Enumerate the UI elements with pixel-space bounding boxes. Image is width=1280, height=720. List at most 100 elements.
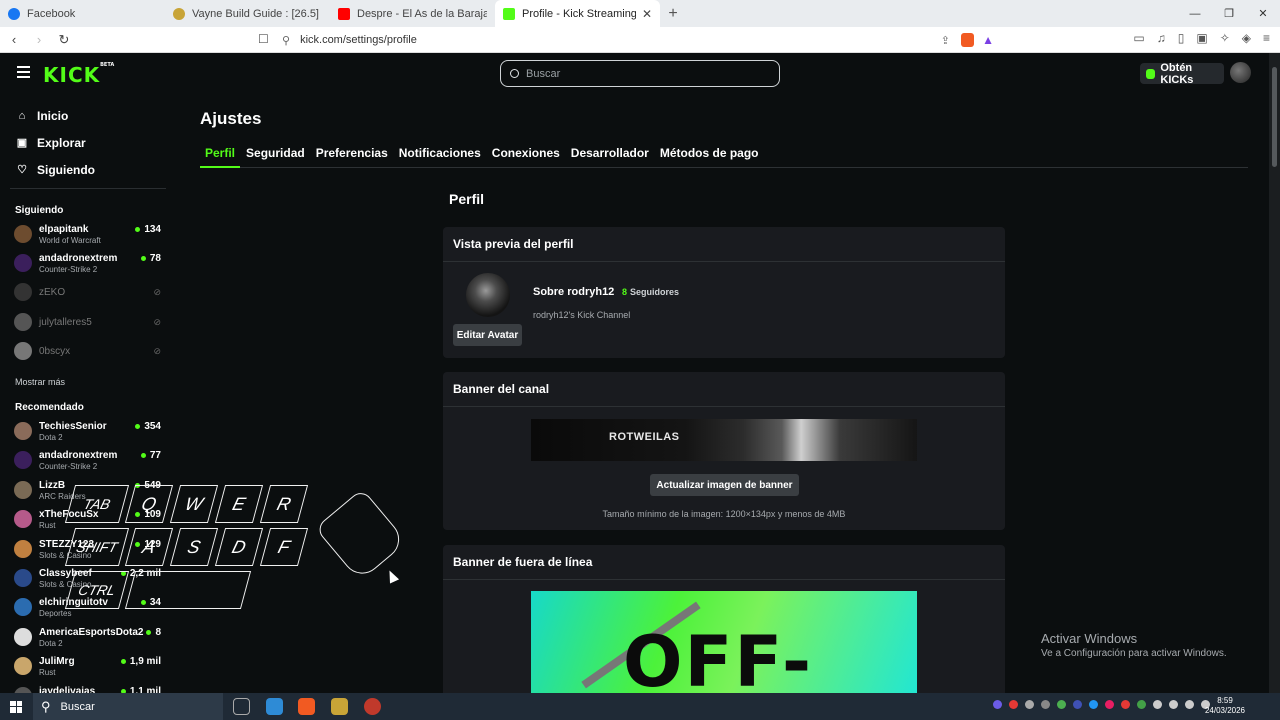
tab-desarrollador[interactable]: Desarrollador xyxy=(566,144,654,168)
close-window-icon[interactable]: ✕ xyxy=(1246,0,1280,27)
clock-time: 8:59 xyxy=(1217,696,1233,705)
browser-tab[interactable]: Facebook xyxy=(0,0,165,27)
sidebar-channel-item[interactable]: 0bscyx ⊘ xyxy=(14,339,164,365)
search-icon: ⚲ xyxy=(41,698,51,714)
update-banner-button[interactable]: Actualizar imagen de banner xyxy=(650,474,799,496)
sidebar-item-label: Siguiendo xyxy=(37,162,95,177)
viewer-count: 1,9 mil xyxy=(120,656,161,668)
restore-icon[interactable]: ❐ xyxy=(1212,0,1246,27)
browser-tab-bar: Facebook Vayne Build Guide : [26.5] VAYN… xyxy=(0,0,1280,27)
brave-rewards-icon[interactable]: ▲ xyxy=(982,33,994,47)
browser-tab[interactable]: Vayne Build Guide : [26.5] VAYNE &op xyxy=(165,0,330,27)
overlay-key-d: D xyxy=(214,528,264,566)
tab-seguridad[interactable]: Seguridad xyxy=(241,144,310,168)
forward-icon[interactable]: › xyxy=(28,32,50,47)
mobafire-favicon-icon xyxy=(173,7,185,20)
tab-perfil[interactable]: Perfil xyxy=(200,144,241,168)
kick-logo[interactable]: KICKBETA xyxy=(43,62,114,87)
wallet-icon[interactable]: ▣ xyxy=(1196,31,1207,45)
back-icon[interactable]: ‹ xyxy=(3,32,25,47)
volume-icon[interactable] xyxy=(1169,700,1178,709)
followers-count: 8 Seguidores xyxy=(622,287,680,297)
tray-app-icon[interactable] xyxy=(1137,700,1146,709)
profile-description: rodryh12's Kick Channel xyxy=(533,310,631,320)
new-tab-button[interactable]: + xyxy=(660,0,686,27)
viewer-count-text: 77 xyxy=(149,450,161,462)
music-icon[interactable]: ♫ xyxy=(1157,31,1166,45)
sidebar-channel-item[interactable]: TechiesSenior Dota 2 354 xyxy=(14,419,164,445)
minimize-icon[interactable]: — xyxy=(1178,0,1212,27)
sidebar-channel-item[interactable]: jaydelivajas 1,1 mil xyxy=(14,684,164,693)
live-dot-icon xyxy=(135,424,141,429)
viewer-count-text: 1,9 mil xyxy=(129,656,161,668)
offline-icon: ⊘ xyxy=(153,346,161,356)
sidebar-item-label: Explorar xyxy=(37,135,86,150)
task-view-icon[interactable] xyxy=(233,698,250,715)
sidebar-item-siguiendo[interactable]: ♡ Siguiendo xyxy=(0,156,172,183)
channel-avatar xyxy=(14,657,32,676)
brave-taskbar-icon[interactable] xyxy=(298,698,315,715)
tray-app-icon[interactable] xyxy=(1041,700,1050,709)
bookmark-icon[interactable]: ☐ xyxy=(258,32,269,46)
reader-icon[interactable]: ▭ xyxy=(1133,31,1144,45)
windows-start-icon[interactable] xyxy=(10,700,22,713)
sidebar-channel-item[interactable]: elpapitank World of Warcraft 134 xyxy=(14,222,164,248)
tab-notificaciones[interactable]: Notificaciones xyxy=(394,144,486,168)
overlay-key-e: E xyxy=(214,485,264,523)
user-avatar[interactable] xyxy=(1230,62,1251,83)
tray-app-icon[interactable] xyxy=(1009,700,1018,709)
outlook-icon[interactable] xyxy=(266,698,283,715)
tray-app-icon[interactable] xyxy=(1057,700,1066,709)
offline-icon: ⊘ xyxy=(153,287,161,297)
sidebar-channel-item[interactable]: andadronextrem Counter-Strike 2 78 xyxy=(14,251,164,277)
channel-category: Rust xyxy=(39,521,56,531)
site-info-icon[interactable]: ⚲ xyxy=(282,34,290,47)
address-bar[interactable]: ⚲ kick.com/settings/profile ⇪ ▲ xyxy=(282,30,1002,50)
sidebar-channel-item[interactable]: andadronextrem Counter-Strike 2 77 xyxy=(14,448,164,474)
tray-app-icon[interactable] xyxy=(993,700,1002,709)
close-tab-icon[interactable]: ✕ xyxy=(642,7,652,21)
reload-icon[interactable]: ↻ xyxy=(53,32,75,48)
browser-tab[interactable]: Despre - El As de la Baraja ♠ - You xyxy=(330,0,495,27)
page-scrollbar[interactable] xyxy=(1269,53,1280,693)
tab-metodos-de-pago[interactable]: Métodos de pago xyxy=(655,144,764,168)
obs-icon[interactable] xyxy=(364,698,381,715)
tab-conexiones[interactable]: Conexiones xyxy=(487,144,565,168)
overlay-key-f: F xyxy=(259,528,309,566)
vpn-icon[interactable]: ◈ xyxy=(1242,31,1251,45)
get-kicks-button[interactable]: Obtén KICKs xyxy=(1140,62,1224,86)
league-icon[interactable] xyxy=(331,698,348,715)
tray-app-icon[interactable] xyxy=(1105,700,1114,709)
sidebar-item-explorar[interactable]: ▣ Explorar xyxy=(0,129,172,156)
taskbar-clock[interactable]: 8:59 24/03/2026 xyxy=(1200,696,1250,716)
tray-app-icon[interactable] xyxy=(1089,700,1098,709)
tray-app-icon[interactable] xyxy=(1025,700,1034,709)
channel-category: Dota 2 xyxy=(39,433,63,442)
channel-banner-image: ROTWEILAS xyxy=(531,419,917,461)
taskbar-search[interactable]: ⚲ Buscar xyxy=(33,693,223,720)
sidebar-channel-item[interactable]: julytalleres5 ⊘ xyxy=(14,310,164,336)
edit-avatar-button[interactable]: Editar Avatar xyxy=(453,324,522,346)
show-more-link[interactable]: Mostrar más xyxy=(15,377,65,387)
youtube-favicon-icon xyxy=(338,7,350,20)
menu-icon[interactable]: ≡ xyxy=(1263,31,1270,45)
tab-preferencias[interactable]: Preferencias xyxy=(311,144,393,168)
sidebar-icon[interactable]: ▯ xyxy=(1178,31,1185,45)
browser-tab-active[interactable]: Profile - Kick Streaming ✕ xyxy=(495,0,660,27)
viewer-count: 134 xyxy=(135,224,161,235)
sidebar-item-inicio[interactable]: ⌂ Inicio xyxy=(0,102,172,129)
search-placeholder: Buscar xyxy=(526,67,561,80)
site-header: KICKBETA Buscar Obtén KICKs xyxy=(0,53,1280,95)
brave-shields-icon[interactable] xyxy=(961,33,974,47)
sidebar-channel-item[interactable]: AmericaEsportsDota2 Dota 2 8 xyxy=(14,625,164,651)
share-icon[interactable]: ⇪ xyxy=(941,34,950,47)
search-input[interactable]: Buscar xyxy=(500,60,780,87)
sidebar-channel-item[interactable]: JuliMrg Rust 1,9 mil xyxy=(14,654,164,680)
wifi-icon[interactable] xyxy=(1153,700,1162,709)
tray-app-icon[interactable] xyxy=(1073,700,1082,709)
sidebar-channel-item[interactable]: zEKO ⊘ xyxy=(14,280,164,306)
leo-icon[interactable]: ✧ xyxy=(1220,31,1230,45)
battery-icon[interactable] xyxy=(1185,700,1194,709)
hamburger-menu-icon[interactable] xyxy=(17,66,30,78)
tray-app-icon[interactable] xyxy=(1121,700,1130,709)
